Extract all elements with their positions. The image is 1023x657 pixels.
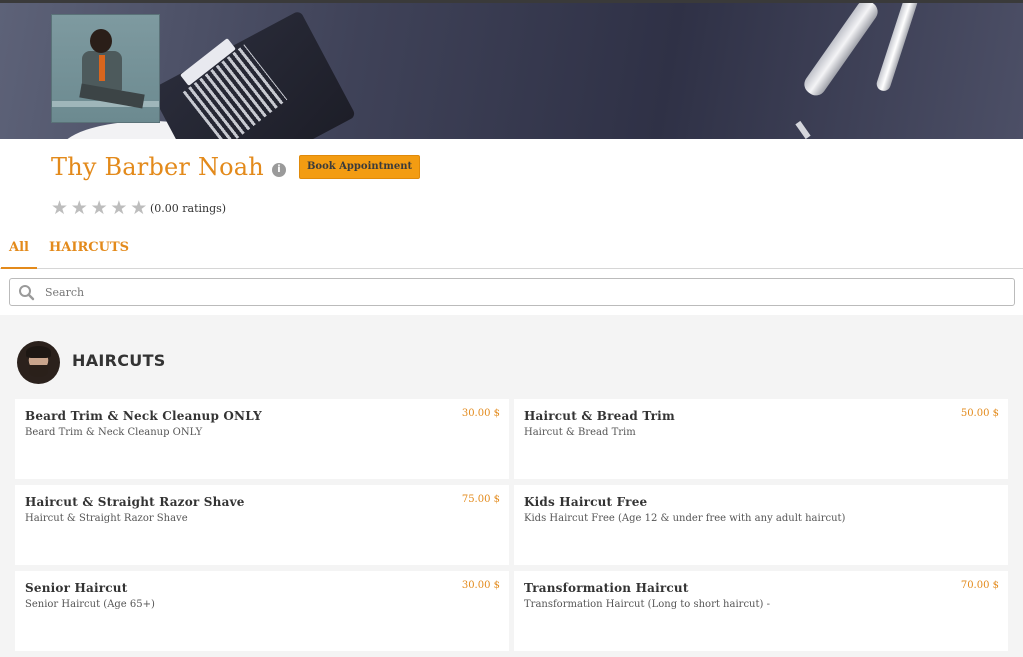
search-bar	[9, 278, 1015, 306]
service-card[interactable]: Kids Haircut Free Kids Haircut Free (Age…	[514, 485, 1008, 565]
service-price: 70.00 $	[961, 580, 999, 591]
search-icon	[18, 284, 35, 301]
service-description: Haircut & Straight Razor Shave	[25, 513, 188, 524]
service-description: Senior Haircut (Age 65+)	[25, 599, 155, 610]
profile-photo	[51, 14, 160, 123]
shop-header: Thy Barber Noah i Book Appointment	[51, 150, 420, 184]
service-description: Beard Trim & Neck Cleanup ONLY	[25, 427, 202, 438]
category-title: HAIRCUTS	[72, 351, 166, 370]
avatar-hair	[26, 346, 51, 358]
services-section: HAIRCUTS Beard Trim & Neck Cleanup ONLY …	[0, 315, 1023, 657]
shop-name: Thy Barber Noah	[51, 153, 264, 181]
service-card[interactable]: Beard Trim & Neck Cleanup ONLY Beard Tri…	[15, 399, 509, 479]
info-icon[interactable]: i	[272, 163, 286, 177]
service-card[interactable]: Senior Haircut Senior Haircut (Age 65+) …	[15, 571, 509, 651]
service-name: Haircut & Straight Razor Shave	[25, 495, 245, 509]
book-appointment-button[interactable]: Book Appointment	[299, 155, 420, 179]
service-name: Beard Trim & Neck Cleanup ONLY	[25, 409, 262, 423]
service-price: 50.00 $	[961, 408, 999, 419]
banner-scissor-blade	[800, 3, 881, 99]
service-description: Transformation Haircut (Long to short ha…	[524, 599, 770, 610]
category-avatar	[17, 341, 60, 384]
service-name: Transformation Haircut	[524, 581, 689, 595]
service-price: 30.00 $	[462, 408, 500, 419]
service-name: Kids Haircut Free	[524, 495, 647, 509]
rating-count: (0.00 ratings)	[150, 202, 226, 215]
avatar-beard	[29, 365, 48, 377]
photo-head	[90, 29, 112, 53]
service-card[interactable]: Haircut & Bread Trim Haircut & Bread Tri…	[514, 399, 1008, 479]
banner-scissor-tip	[795, 121, 810, 139]
rating: ★ ★ ★ ★ ★ (0.00 ratings)	[51, 199, 226, 217]
service-description: Haircut & Bread Trim	[524, 427, 636, 438]
service-price: 30.00 $	[462, 580, 500, 591]
service-card[interactable]: Transformation Haircut Transformation Ha…	[514, 571, 1008, 651]
search-input[interactable]	[45, 280, 1005, 304]
service-price: 75.00 $	[462, 494, 500, 505]
banner-scissor-blade	[875, 3, 919, 93]
service-name: Senior Haircut	[25, 581, 127, 595]
service-card[interactable]: Haircut & Straight Razor Shave Haircut &…	[15, 485, 509, 565]
category-tabs: All HAIRCUTS	[0, 236, 1023, 269]
service-description: Kids Haircut Free (Age 12 & under free w…	[524, 513, 845, 524]
service-name: Haircut & Bread Trim	[524, 409, 675, 423]
tab-haircuts[interactable]: HAIRCUTS	[49, 236, 129, 268]
star-icon[interactable]: ★	[130, 199, 150, 217]
star-icon[interactable]: ★	[110, 199, 130, 217]
photo-tie	[99, 55, 105, 81]
star-icon[interactable]: ★	[71, 199, 91, 217]
star-icon[interactable]: ★	[91, 199, 111, 217]
tab-all[interactable]: All	[1, 236, 37, 269]
star-icon[interactable]: ★	[51, 199, 71, 217]
